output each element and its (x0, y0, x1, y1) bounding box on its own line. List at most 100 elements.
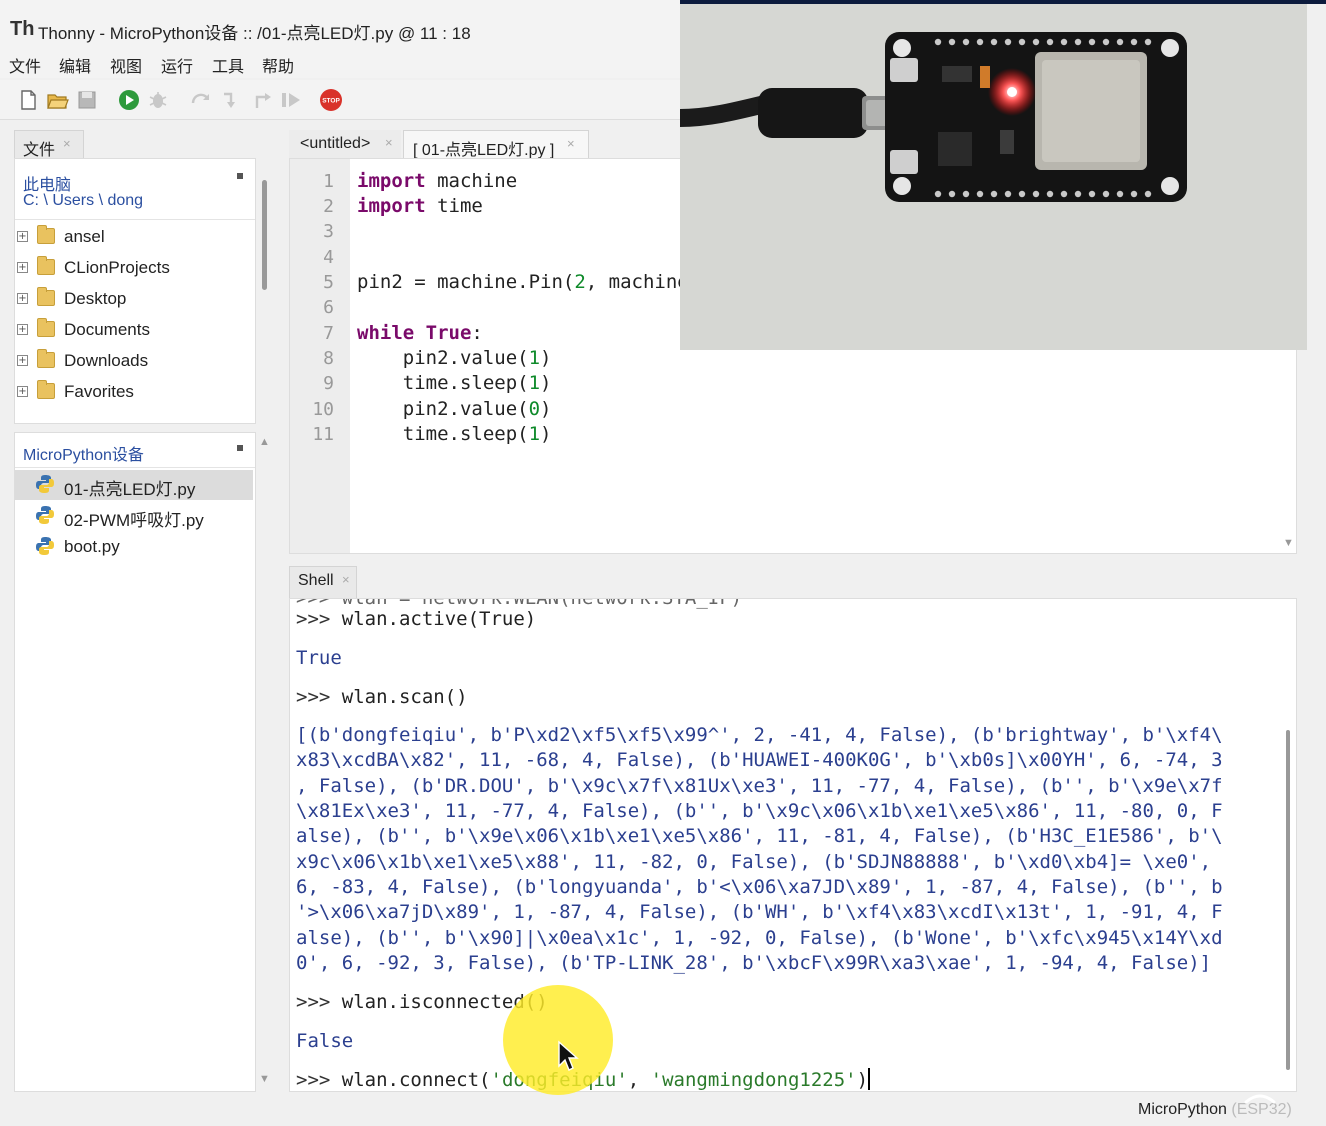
scan-output-line: 6, -83, 4, False), (b'longyuanda', b'<\x… (296, 876, 1223, 898)
device-file-row[interactable]: 02-PWM呼吸灯.py (15, 501, 253, 531)
menu-help[interactable]: 帮助 (262, 53, 294, 77)
new-file-icon[interactable] (16, 88, 40, 112)
tab-untitled[interactable]: <untitled> × (289, 130, 401, 158)
code-line: import machine (357, 170, 518, 192)
device-panel-title: MicroPython设备 (23, 447, 144, 464)
password-string: 'wangmingdong1225' (650, 1069, 857, 1091)
code-line: import time (357, 195, 483, 217)
folder-row-downloads[interactable]: + Downloads (15, 346, 255, 376)
step-over-icon[interactable] (189, 88, 213, 112)
top-edge (680, 0, 1326, 4)
menu-file[interactable]: 文件 (9, 53, 41, 77)
shell-prompt: >>> (296, 991, 331, 1013)
step-out-icon[interactable] (249, 88, 273, 112)
folder-icon (37, 349, 55, 368)
scroll-up-icon[interactable]: ▲ (259, 436, 270, 448)
mouse-pointer-icon (558, 1040, 579, 1071)
current-path[interactable]: C: \ Users \ dong (23, 192, 143, 210)
scan-output-line: alse), (b'', b'\x90]|\x0ea\x1c', 1, -92,… (296, 927, 1223, 949)
scan-output-line: x83\xcdBA\x82', 11, -68, 4, False), (b'H… (296, 749, 1223, 771)
status-bar: MicroPython (ESP32) (0, 1096, 1326, 1126)
expand-icon[interactable]: + (17, 355, 28, 366)
scan-output-line: x9c\x06\x1b\xe1\xe5\x88', 11, -82, 0, Fa… (296, 851, 1212, 873)
menu-view[interactable]: 视图 (110, 53, 142, 77)
python-file-icon (36, 475, 54, 493)
line-number: 7 (323, 323, 334, 344)
scroll-down-icon[interactable]: ▼ (1283, 537, 1294, 549)
menu-run[interactable]: 运行 (161, 53, 193, 77)
stop-icon[interactable]: STOP (319, 88, 343, 112)
line-number: 4 (323, 247, 334, 268)
expand-icon[interactable]: + (17, 262, 28, 273)
folder-icon (37, 256, 55, 275)
expand-icon[interactable]: + (17, 231, 28, 242)
shell-command: wlan.active(True) (341, 608, 537, 630)
folder-label: Desktop (64, 289, 127, 308)
tab-active-file-label: [ 01-点亮LED灯.py ] (413, 142, 555, 159)
shell-console[interactable]: >>> wlan = network.WLAN(network.STA_IF) … (289, 598, 1297, 1092)
folder-label: CLionProjects (64, 258, 170, 277)
shell-prompt: >>> (296, 686, 331, 708)
camera-overlay (680, 0, 1307, 350)
line-number: 9 (323, 373, 334, 394)
shell-command-line: >>> wlan.active(True) (296, 608, 536, 630)
line-number-gutter: 1 2 3 4 5 6 7 8 9 10 11 (290, 159, 350, 553)
stop-icon-label: STOP (322, 98, 340, 105)
close-icon[interactable]: × (342, 572, 350, 587)
close-icon[interactable]: × (63, 136, 71, 151)
expand-icon[interactable]: + (17, 324, 28, 335)
folder-row-documents[interactable]: + Documents (15, 315, 255, 345)
folder-row-clionprojects[interactable]: + CLionProjects (15, 253, 255, 283)
menu-edit[interactable]: 编辑 (59, 53, 91, 77)
folder-row-desktop[interactable]: + Desktop (15, 284, 255, 314)
expand-icon[interactable]: + (17, 386, 28, 397)
line-number: 8 (323, 348, 334, 369)
resume-icon[interactable] (279, 88, 303, 112)
line-number: 2 (323, 196, 334, 217)
device-panel: MicroPython设备 01-点亮LED灯.py 02-PWM呼吸灯.py … (14, 432, 256, 1092)
code-line: time.sleep(1) (357, 372, 552, 394)
save-icon[interactable] (75, 88, 99, 112)
folder-icon (37, 225, 55, 244)
open-file-icon[interactable] (45, 88, 69, 112)
thonny-logo-icon: Th (10, 18, 35, 40)
shell-scrollbar[interactable] (1286, 730, 1290, 1070)
menu-tools[interactable]: 工具 (212, 53, 244, 77)
run-icon[interactable] (117, 88, 141, 112)
shell-command-line: >>> wlan.scan() (296, 686, 468, 708)
scroll-down-icon[interactable]: ▼ (259, 1073, 270, 1085)
close-icon[interactable]: × (385, 135, 393, 150)
debug-icon[interactable] (146, 88, 170, 112)
tab-files[interactable]: 文件 × (14, 130, 84, 159)
tab-shell[interactable]: Shell × (289, 566, 357, 598)
code-line: while True: (357, 322, 483, 344)
folder-label: ansel (64, 227, 105, 246)
scan-output-line: , False), (b'DR.DOU', b'\x9c\x7f\x81Ux\x… (296, 775, 1223, 797)
scan-output-line: \x81Ex\xe3', 11, -77, 4, False), (b'', b… (296, 800, 1223, 822)
panel-menu-icon[interactable] (237, 445, 243, 451)
shell-command-line: >>> wlan.isconnected() (296, 991, 548, 1013)
watermark-icon (1242, 1074, 1278, 1104)
device-file-row[interactable]: 01-点亮LED灯.py (15, 470, 253, 500)
files-scrollbar[interactable] (262, 180, 267, 290)
esp32-board-photo (680, 0, 1307, 350)
folder-row-favorites[interactable]: + Favorites (15, 377, 255, 407)
folder-icon (37, 318, 55, 337)
folder-label: Documents (64, 320, 150, 339)
divider (15, 467, 255, 468)
close-icon[interactable]: × (567, 136, 575, 151)
device-file-label: 02-PWM呼吸灯.py (64, 511, 204, 530)
step-into-icon[interactable] (219, 88, 243, 112)
device-file-row[interactable]: boot.py (15, 532, 253, 562)
folder-row-ansel[interactable]: + ansel (15, 222, 255, 252)
this-pc-panel: 此电脑 C: \ Users \ dong + ansel + CLionPro… (14, 158, 256, 424)
line-number: 1 (323, 171, 334, 192)
tab-active-file[interactable]: [ 01-点亮LED灯.py ] × (403, 130, 589, 159)
panel-menu-icon[interactable] (237, 173, 243, 179)
shell-command: wlan.scan() (341, 686, 468, 708)
device-file-label: 01-点亮LED灯.py (64, 480, 196, 499)
divider (15, 219, 255, 220)
line-number: 6 (323, 297, 334, 318)
expand-icon[interactable]: + (17, 293, 28, 304)
text-cursor (868, 1068, 871, 1090)
